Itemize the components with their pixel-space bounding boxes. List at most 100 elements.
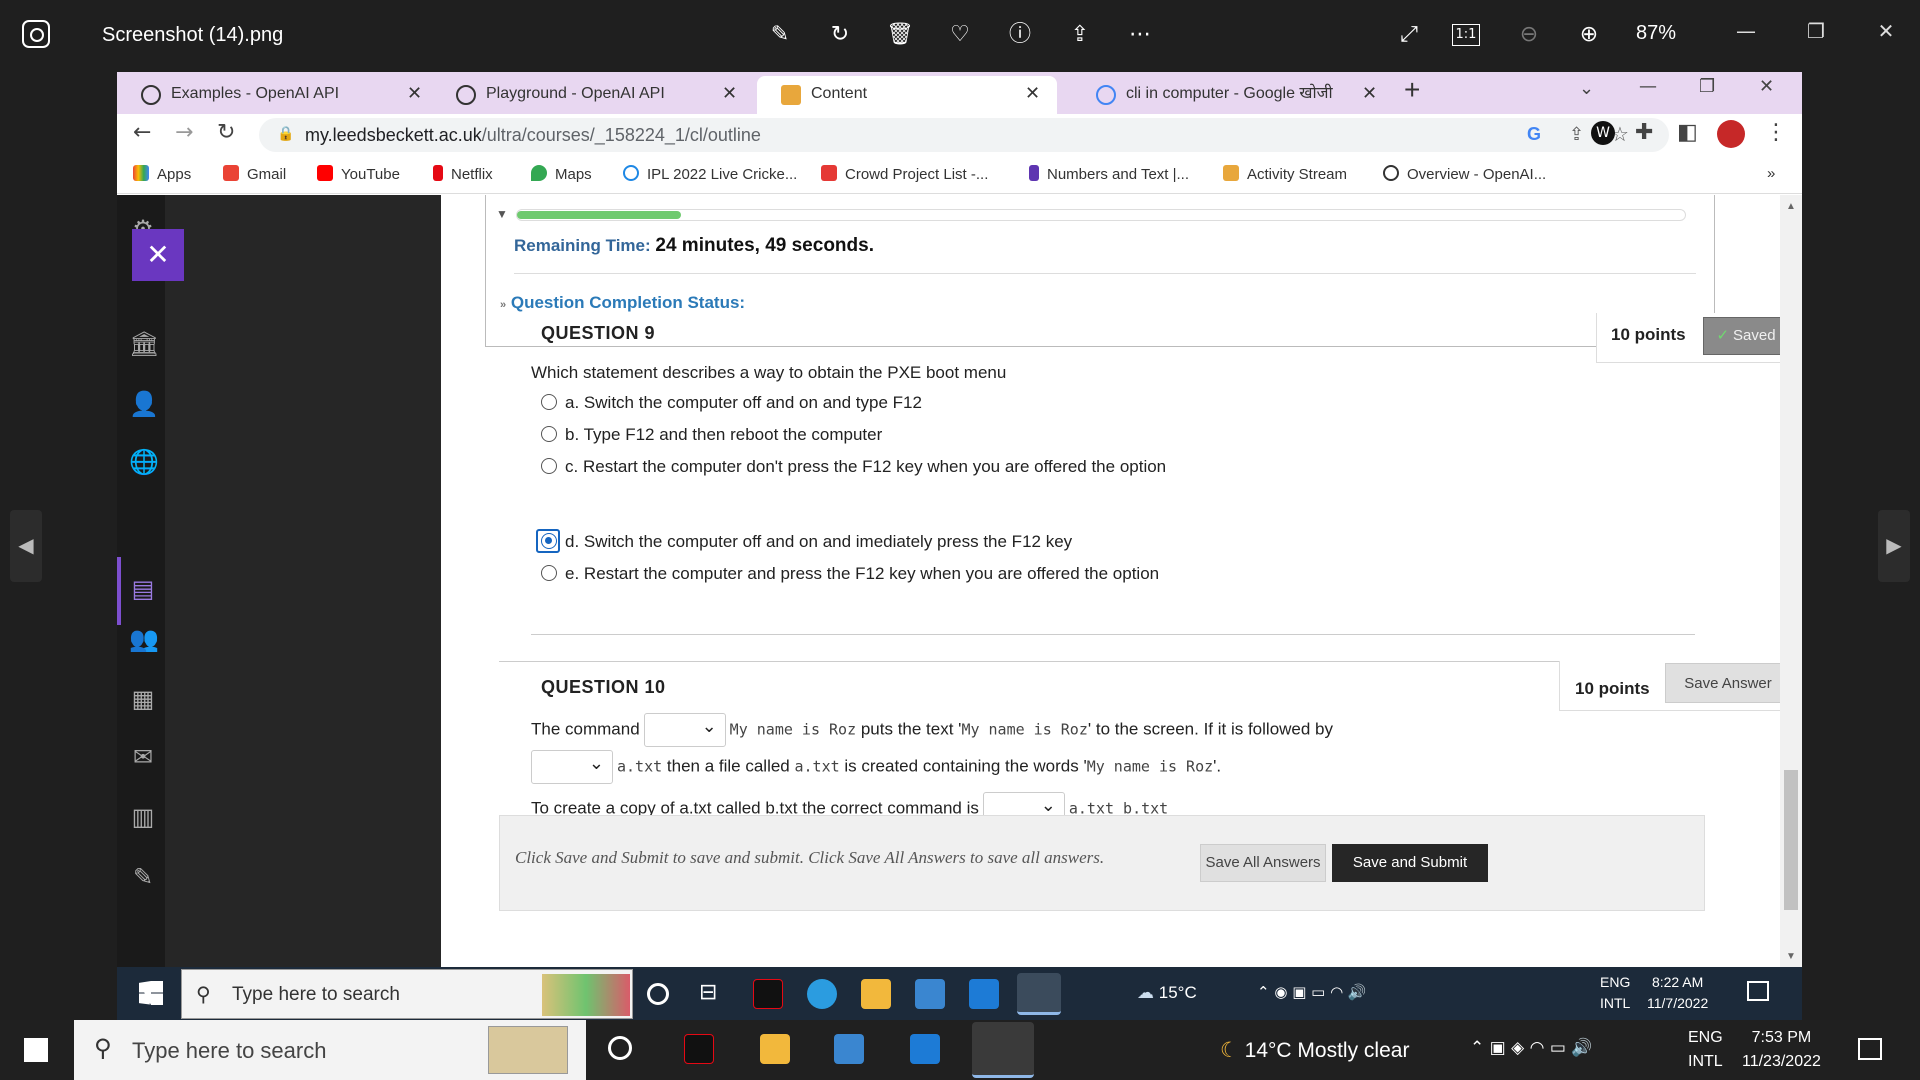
outer-search-box[interactable]: ⚲ Type here to search xyxy=(74,1020,586,1080)
previous-image-arrow[interactable]: ◀ xyxy=(10,510,42,582)
file-explorer-icon[interactable] xyxy=(760,1034,790,1064)
windows-start-icon[interactable] xyxy=(24,1038,48,1062)
command-dropdown-2[interactable] xyxy=(531,750,613,784)
store-icon[interactable] xyxy=(834,1034,864,1064)
bookmark-apps[interactable]: Apps xyxy=(133,165,191,183)
netflix-icon[interactable] xyxy=(684,1034,714,1064)
menu-kebab-icon[interactable]: ⋮ xyxy=(1765,120,1787,145)
cortana-icon[interactable] xyxy=(608,1036,632,1060)
question-9-option-e[interactable]: e. Restart the computer and press the F1… xyxy=(541,564,1159,584)
scroll-down-arrow-icon[interactable]: ▼ xyxy=(1786,951,1796,962)
question-9-option-c[interactable]: c. Restart the computer don't press the … xyxy=(541,457,1166,477)
radio-button[interactable] xyxy=(541,458,557,474)
mail-icon[interactable] xyxy=(969,979,999,1009)
file-explorer-icon[interactable] xyxy=(861,979,891,1009)
notification-icon[interactable] xyxy=(1747,981,1769,1001)
restore-button[interactable]: ❐ xyxy=(1796,14,1836,48)
profile-icon[interactable]: 👤 xyxy=(129,390,159,418)
delete-icon[interactable]: 🗑 xyxy=(883,18,917,52)
task-view-icon[interactable]: ⊟ xyxy=(699,979,729,1009)
calendar-icon[interactable]: ▦ xyxy=(129,685,157,713)
minimize-button[interactable]: — xyxy=(1726,14,1766,48)
browser-close-button[interactable]: ✕ xyxy=(1759,76,1774,97)
grades-icon[interactable]: ▥ xyxy=(129,803,157,831)
save-and-submit-button[interactable]: Save and Submit xyxy=(1332,844,1488,882)
page-scrollbar[interactable]: ▲ ▼ xyxy=(1780,195,1802,967)
bookmark-overview-openai[interactable]: Overview - OpenAI... xyxy=(1383,165,1546,183)
tab-playground-openai[interactable]: Playground - OpenAI API ✕ xyxy=(432,76,747,114)
photos-icon[interactable] xyxy=(972,1022,1034,1078)
system-tray-icons[interactable]: ⌃ ▣ ◈ ◠ ▭ 🔊 xyxy=(1470,1038,1592,1058)
radio-button[interactable] xyxy=(541,426,557,442)
edge-icon[interactable] xyxy=(807,979,837,1009)
actual-size-button[interactable]: 1:1 xyxy=(1452,24,1480,46)
windows-start-icon[interactable] xyxy=(139,981,163,1005)
close-panel-button[interactable]: ✕ xyxy=(132,229,184,281)
inner-search-box[interactable]: ⚲ Type here to search xyxy=(181,969,633,1019)
bookmark-maps[interactable]: Maps xyxy=(531,165,592,183)
bookmark-ipl[interactable]: IPL 2022 Live Cricke... xyxy=(623,165,797,183)
fullscreen-icon[interactable]: ⤢ xyxy=(1392,18,1426,52)
outer-language[interactable]: ENG INTL xyxy=(1688,1026,1723,1074)
address-bar[interactable]: 🔒 my.leedsbeckett.ac.uk/ultra/courses/_1… xyxy=(259,118,1669,152)
rotate-icon[interactable]: ↻ xyxy=(823,18,857,52)
extensions-puzzle-icon[interactable]: ✚ xyxy=(1635,120,1653,145)
more-icon[interactable]: ⋯ xyxy=(1123,18,1157,52)
notification-icon[interactable] xyxy=(1858,1038,1882,1060)
extension-w-icon[interactable]: W xyxy=(1591,121,1615,145)
close-icon[interactable]: ✕ xyxy=(1025,76,1040,112)
radio-button[interactable] xyxy=(541,565,557,581)
browser-minimize-button[interactable]: — xyxy=(1639,76,1657,97)
side-panel-icon[interactable]: ◧ xyxy=(1677,120,1698,145)
collapse-arrow-icon[interactable]: ▼ xyxy=(496,207,508,221)
inner-clock[interactable]: 8:22 AM 11/7/2022 xyxy=(1647,972,1708,1014)
tools-wrench-icon[interactable]: ✎ xyxy=(129,863,157,891)
save-all-answers-button[interactable]: Save All Answers xyxy=(1200,844,1326,882)
institution-icon[interactable]: 🏛 xyxy=(129,330,159,358)
share-icon[interactable]: ⇪ xyxy=(1063,18,1097,52)
close-icon[interactable]: ✕ xyxy=(407,76,422,112)
browser-restore-button[interactable]: ❐ xyxy=(1699,76,1715,97)
mail-icon[interactable] xyxy=(910,1034,940,1064)
chrome-icon[interactable] xyxy=(1017,973,1061,1015)
radio-button-selected[interactable] xyxy=(541,533,557,549)
back-icon[interactable]: ← xyxy=(133,120,151,145)
share-page-icon[interactable]: ⇪ xyxy=(1569,124,1584,145)
store-icon[interactable] xyxy=(915,979,945,1009)
close-icon[interactable]: ✕ xyxy=(1362,76,1377,112)
question-9-option-a[interactable]: a. Switch the computer off and on and ty… xyxy=(541,393,922,413)
reload-icon[interactable]: ↻ xyxy=(217,120,235,145)
edit-icon[interactable]: ✎ xyxy=(763,18,797,52)
tab-content[interactable]: Content ✕ xyxy=(757,76,1057,114)
question-9-option-d[interactable]: d. Switch the computer off and on and im… xyxy=(541,532,1072,552)
cortana-icon[interactable] xyxy=(647,983,669,1005)
zoom-out-icon[interactable]: ⊖ xyxy=(1512,18,1546,52)
system-tray-icons[interactable]: ⌃ ◉ ▣ ▭ ◠ 🔊 xyxy=(1257,983,1367,1001)
organizations-icon[interactable]: 👥 xyxy=(129,625,159,653)
question-9-option-b[interactable]: b. Type F12 and then reboot the computer xyxy=(541,425,882,445)
tab-search-chevron-icon[interactable]: ⌄ xyxy=(1579,78,1594,99)
forward-icon[interactable]: → xyxy=(175,120,193,145)
profile-avatar[interactable] xyxy=(1717,120,1745,148)
new-tab-button[interactable]: + xyxy=(1404,74,1420,106)
bookmark-activity-stream[interactable]: Activity Stream xyxy=(1223,165,1347,183)
tab-examples-openai[interactable]: Examples - OpenAI API ✕ xyxy=(117,76,432,114)
scroll-up-arrow-icon[interactable]: ▲ xyxy=(1786,201,1796,212)
bookmarks-overflow-button[interactable]: » xyxy=(1767,165,1775,182)
question-completion-toggle[interactable]: » Question Completion Status: xyxy=(500,293,745,313)
google-translate-icon[interactable]: G xyxy=(1527,124,1541,145)
command-dropdown-1[interactable] xyxy=(643,713,726,747)
scroll-thumb[interactable] xyxy=(1784,770,1798,910)
info-icon[interactable]: ⓘ xyxy=(1003,18,1037,52)
favorite-icon[interactable]: ♡ xyxy=(943,18,977,52)
zoom-in-icon[interactable]: ⊕ xyxy=(1572,18,1606,52)
next-image-arrow[interactable]: ▶ xyxy=(1878,510,1910,582)
outer-clock[interactable]: 7:53 PM 11/23/2022 xyxy=(1742,1026,1821,1074)
bookmark-netflix[interactable]: Netflix xyxy=(433,165,493,183)
globe-icon[interactable]: 🌐 xyxy=(129,448,159,476)
messages-icon[interactable]: ✉ xyxy=(129,743,157,771)
bookmark-youtube[interactable]: YouTube xyxy=(317,165,400,183)
close-icon[interactable]: ✕ xyxy=(722,76,737,112)
close-window-button[interactable]: ✕ xyxy=(1866,14,1906,48)
bookmark-crowd-project[interactable]: Crowd Project List -... xyxy=(821,165,988,183)
